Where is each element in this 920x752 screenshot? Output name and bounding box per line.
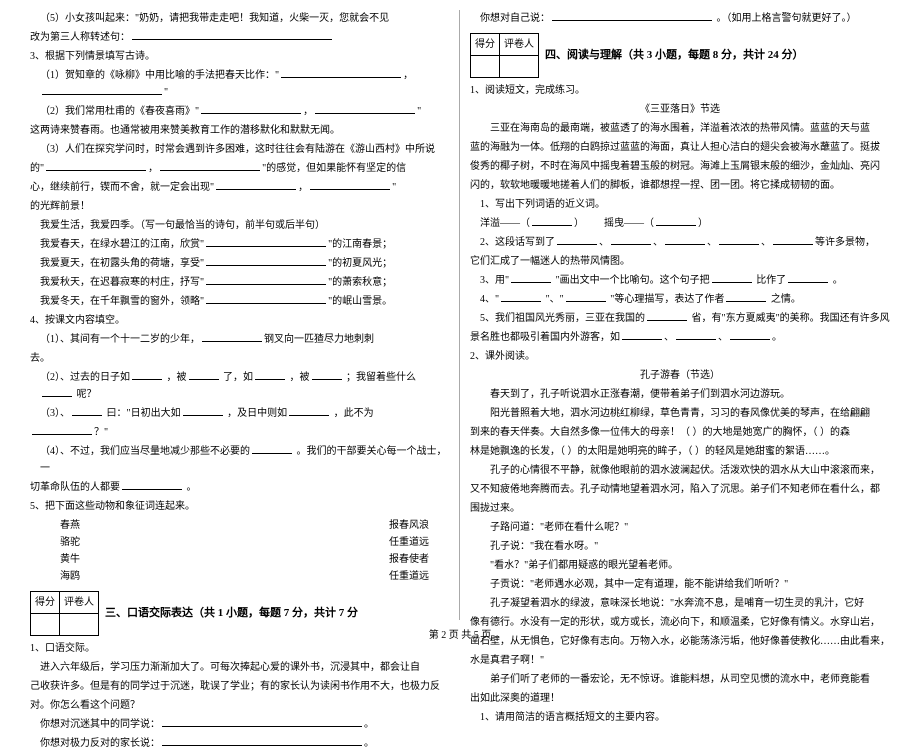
sanya-p4: 闪的，软软地暖暖地搓着人们的脚板，谁都想捏一捏、团一团。将它揉成韧韧的面。 xyxy=(470,177,890,194)
match-row-3: 海鸥任重道远 xyxy=(30,568,449,585)
sec3-body3: 对。你怎么看这个问题？ xyxy=(30,697,449,714)
page-footer: 第 2 页 共 5 页 xyxy=(0,627,920,644)
kz-p1: 春天到了，孔子听说泗水正涨春潮，便带着弟子们到泗水河边游玩。 xyxy=(470,386,890,403)
kz-q1: 1、请用简洁的语言概括短文的主要内容。 xyxy=(470,709,890,726)
q2-5-line1: （5）小女孩叫起来："奶奶，请把我带走走吧！我知道，火柴一灭，您就会不见 xyxy=(30,10,449,27)
sanya-q2c: 它们汇成了一幅迷人的热带风情图。 xyxy=(470,253,890,270)
left-column: （5）小女孩叫起来："奶奶，请把我带走走吧！我知道，火柴一灭，您就会不见 改为第… xyxy=(20,10,460,620)
q4-4a: （4）、不过，我们应当尽量地减少那些不必要的 。我们的干部要关心每一个战士，一 xyxy=(30,443,449,477)
sanya-p1: 三亚在海南岛的最南端，被蓝透了的海水围着，洋溢着浓浓的热带风情。蓝蓝的天与蓝 xyxy=(470,120,890,137)
sanya-q5c: 景名胜也都吸引着国内外游客，如、、。 xyxy=(470,329,890,346)
q3-2c: 这两诗来赞春雨。也通常被用来赞美教育工作的潜移默化和默默无闻。 xyxy=(30,122,449,139)
q5-head: 5、把下面这些动物和象征词连起来。 xyxy=(30,498,449,515)
score-box-4: 得分评卷人 四、阅读与理解（共 3 小题，每题 8 分，共计 24 分） xyxy=(470,33,890,78)
q4-1c: 去。 xyxy=(30,350,449,367)
sanya-q4: 4、" "、" "等心理描写，表达了作者 之情。 xyxy=(470,291,890,308)
kz-p12: 弟子们听了老师的一番宏论，无不惊讶。谁能料想，从司空见惯的流水中，老师竟能看 xyxy=(470,671,890,688)
q3-head: 3、根据下列情景填写古诗。 xyxy=(30,48,449,65)
q3-3b: 的"，"的感觉，但如果能怀有坚定的信 xyxy=(30,160,449,177)
love-summer: 我爱夏天，在初露头角的荷塘，享受""的初夏风光； xyxy=(30,255,449,272)
sec3-p1: 你想对沉迷其中的同学说：。 xyxy=(30,716,449,733)
q3-3a: （3）人们在探究学问时，时常会遇到许多困难，这时往往会有陆游在《游山西村》中所说 xyxy=(30,141,449,158)
q4-4c: 切革命队伍的人都要 。 xyxy=(30,479,449,496)
kz-p3: 到来的春天伴奏。大自然多像一位伟大的母亲！（ ）的大地是她宽广的胸怀，（ ）的森 xyxy=(470,424,890,441)
q3-1: （1）贺知章的《咏柳》中用比喻的手法把春天比作："， " xyxy=(30,67,449,101)
q4-head: 4、按课文内容填空。 xyxy=(30,312,449,329)
love-intro: 我爱生活，我爱四季。（写一句最恰当的诗句，前半句或后半句） xyxy=(30,217,449,234)
love-winter: 我爱冬天，在千年飘雪的窗外，领略""的岷山雪景。 xyxy=(30,293,449,310)
love-autumn: 我爱秋天，在迟暮寂寒的村庄，抒写""的萧索秋意； xyxy=(30,274,449,291)
r-q2: 2、课外阅读。 xyxy=(470,348,890,365)
kz-p11: 水是真君子啊！" xyxy=(470,652,890,669)
q4-1: （1）、其间有一个十一二岁的少年，钢叉向一匹猹尽力地刺刺 xyxy=(30,331,449,348)
section-3-title: 三、口语交际表达（共 1 小题，每题 7 分，共计 7 分 xyxy=(105,604,358,623)
match-row-1: 骆驼任重道远 xyxy=(30,534,449,551)
q4-3: （3）、 曰："日初出大如 ，及日中则如 ，此不为 xyxy=(30,405,449,422)
sanya-title: 《三亚落日》节选 xyxy=(470,101,890,118)
sanya-q3: 3、用" "画出文中一个比喻句。这个句子把 比作了 。 xyxy=(470,272,890,289)
kz-l4: 子贡说："老师遇水必观，其中一定有道理，能不能讲给我们听听？" xyxy=(470,576,890,593)
q3-3f: 的光辉前景！ xyxy=(30,198,449,215)
kz-p7: 围拢过来。 xyxy=(470,500,890,517)
sec3-body2: 己收获许多。但是有的同学过于沉迷，耽误了学业；有的家长认为读闲书作用不大，也极力… xyxy=(30,678,449,695)
match-row-2: 黄牛报春使者 xyxy=(30,551,449,568)
sec3-p2: 你想对极力反对的家长说：。 xyxy=(30,735,449,752)
q4-3e: ？" xyxy=(30,424,449,441)
sanya-words: 洋溢——（） 摇曳——（） xyxy=(470,215,890,232)
q3-2a: （2）我们常用杜甫的《春夜喜雨》"，" xyxy=(30,103,449,120)
kz-p2: 阳光普照着大地，泗水河边桃红柳绿，草色青青，习习的春风像优美的琴声，在给翩翩 xyxy=(470,405,890,422)
r-q1: 1、阅读短文，完成练习。 xyxy=(470,82,890,99)
sanya-q1: 1、写出下列词语的近义词。 xyxy=(470,196,890,213)
q2-5-line2: 改为第三人称转述句： xyxy=(30,29,449,46)
kz-p13: 出如此深奥的道理！ xyxy=(470,690,890,707)
score-label: 得分 xyxy=(31,592,60,614)
kz-p4: 林是她飘逸的长发，（ ）的太阳是她明亮的眸子，（ ）的轻风是她甜蜜的絮语……。 xyxy=(470,443,890,460)
right-column: 你想对自己说： 。（如用上格言警句就更好了。） 得分评卷人 四、阅读与理解（共 … xyxy=(460,10,900,620)
kz-l1: 子路问道："老师在看什么呢？" xyxy=(470,519,890,536)
sanya-q5a: 5、我们祖国风光秀丽，三亚在我国的 省，有"东方夏威夷"的美称。我国还有许多风 xyxy=(470,310,890,327)
kz-p6: 又不知疲倦地奔腾而去。孔子动情地望着泗水河，陷入了沉思。弟子们不知老师在看什么，… xyxy=(470,481,890,498)
section-4-title: 四、阅读与理解（共 3 小题，每题 8 分，共计 24 分） xyxy=(545,46,804,65)
sanya-q2: 2、这段话写到了、、、、等许多景物， xyxy=(470,234,890,251)
reviewer-label: 评卷人 xyxy=(60,592,99,614)
sanya-p2: 蓝的海融为一体。低翔的白鸥掠过蓝蓝的海面，真让人担心洁白的翅尖会被海水蘸蓝了。挺… xyxy=(470,139,890,156)
reviewer-label-2: 评卷人 xyxy=(500,34,539,56)
kongzi-title: 孔子游春（节选） xyxy=(470,367,890,384)
score-label-2: 得分 xyxy=(471,34,500,56)
kz-p8: 孔子凝望着泗水的绿波，意味深长地说："水奔流不息，是哺育一切生灵的乳汁，它好 xyxy=(470,595,890,612)
q3-3d: 心，继续前行，锲而不舍，就一定会出现"，" xyxy=(30,179,449,196)
match-row-0: 春燕报春风浪 xyxy=(30,517,449,534)
kz-l3: "看水？"弟子们都用疑惑的眼光望着老师。 xyxy=(470,557,890,574)
r-top: 你想对自己说： 。（如用上格言警句就更好了。） xyxy=(470,10,890,27)
kz-p5: 孔子的心情很不平静，就像他眼前的泗水波澜起伏。活泼欢快的泗水从大山中滚滚而来， xyxy=(470,462,890,479)
love-spring: 我爱春天，在绿水碧江的江南，欣赏""的江南春景； xyxy=(30,236,449,253)
sanya-p3: 俊秀的椰子树，不时在海风中摇曳着碧玉般的树冠。海滩上玉屑银末般的细沙，金灿灿、亮… xyxy=(470,158,890,175)
kz-l2: 孔子说："我在看水呀。" xyxy=(470,538,890,555)
sec3-body1: 进入六年级后，学习压力渐渐加大了。可每次捧起心爱的课外书，沉浸其中，都会让自 xyxy=(30,659,449,676)
q4-2: （2）、过去的日子如 ，被 了，如 ，被 ；我留着些什么 呢？ xyxy=(30,369,449,403)
